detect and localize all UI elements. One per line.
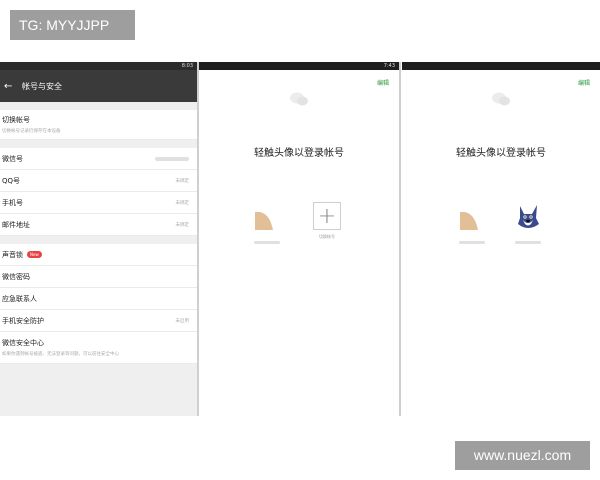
login-screen-accounts: 编辑 轻触头像以登录帐号 xyxy=(402,62,600,416)
email-label: 邮件地址 xyxy=(2,220,30,229)
phone-label: 手机号 xyxy=(2,198,23,207)
password-label: 微信密码 xyxy=(2,272,30,281)
switch-account-row[interactable]: 切换帐号 切换帐号记录仍保存在本设备 xyxy=(0,110,197,140)
wechat-id-value xyxy=(155,156,189,161)
status-time: 7:43 xyxy=(383,63,395,69)
account-info-section: 微信号 QQ号 未绑定 手机号 未绑定 邮件地址 未绑定 xyxy=(0,148,197,236)
account-avatar-2[interactable] xyxy=(514,202,542,245)
qq-row[interactable]: QQ号 未绑定 xyxy=(0,170,197,192)
watermark-top-left: TG: MYYJJPP xyxy=(10,10,135,40)
login-screen-add: 7:43 编辑 轻触头像以登录帐号 + 切换帐号 xyxy=(199,62,399,416)
phone-protection-label: 手机安全防护 xyxy=(2,316,44,325)
switch-account-sub: 切换帐号记录仍保存在本设备 xyxy=(2,129,61,134)
watermark-bottom-right: www.nuezl.com xyxy=(455,441,590,470)
avatar-image xyxy=(460,211,478,230)
status-bar: 8:03 xyxy=(0,62,197,70)
security-center-row[interactable]: 微信安全中心 如果你遇到帐号被盗、无法登录等问题，可以前往安全中心 xyxy=(0,332,197,364)
login-title: 轻触头像以登录帐号 xyxy=(456,148,546,159)
edit-button[interactable]: 编辑 xyxy=(578,78,590,87)
qq-label: QQ号 xyxy=(2,176,21,185)
phone-protection-value: 未启用 xyxy=(175,318,190,324)
account-name-blurred xyxy=(253,240,281,245)
add-account-button[interactable]: + xyxy=(313,202,341,230)
wechat-id-label: 微信号 xyxy=(2,154,23,163)
status-time: 8:03 xyxy=(181,63,193,69)
wechat-logo-icon xyxy=(492,92,510,106)
wechat-id-row[interactable]: 微信号 xyxy=(0,148,197,170)
security-section: 声音锁 New 微信密码 应急联系人 手机安全防护 未启用 微信安全中心 如果你遇… xyxy=(0,244,197,364)
page-title: 帐号与安全 xyxy=(22,81,62,91)
wolf-avatar-icon xyxy=(518,205,539,228)
account-avatar-1[interactable] xyxy=(253,202,281,245)
qq-value: 未绑定 xyxy=(175,178,190,184)
account-security-screen: 8:03 ← 帐号与安全 切换帐号 切换帐号记录仍保存在本设备 微信号 QQ号 … xyxy=(0,62,197,416)
account-name-blurred xyxy=(458,240,486,245)
phone-row[interactable]: 手机号 未绑定 xyxy=(0,192,197,214)
emergency-contact-row[interactable]: 应急联系人 xyxy=(0,288,197,310)
edit-button[interactable]: 编辑 xyxy=(377,78,389,87)
voice-lock-text: 声音锁 xyxy=(2,250,23,259)
security-center-sub: 如果你遇到帐号被盗、无法登录等问题，可以前往安全中心 xyxy=(2,352,119,357)
voice-lock-label: 声音锁 New xyxy=(2,250,42,260)
divider xyxy=(399,62,401,416)
wechat-logo-icon xyxy=(290,92,308,106)
avatar-image xyxy=(255,211,273,230)
phone-protection-row[interactable]: 手机安全防护 未启用 xyxy=(0,310,197,332)
back-arrow-icon[interactable]: ← xyxy=(4,81,18,92)
status-bar: 7:43 xyxy=(199,62,399,70)
security-center-label: 微信安全中心 xyxy=(2,339,44,347)
account-name-blurred xyxy=(514,240,542,245)
switch-account-label: 切换帐号 xyxy=(2,116,30,124)
plus-icon: + xyxy=(317,203,337,229)
switch-account-section: 切换帐号 切换帐号记录仍保存在本设备 xyxy=(0,110,197,140)
email-value: 未绑定 xyxy=(175,222,190,228)
voice-lock-row[interactable]: 声音锁 New xyxy=(0,244,197,266)
emergency-contact-label: 应急联系人 xyxy=(2,294,37,303)
password-row[interactable]: 微信密码 xyxy=(0,266,197,288)
status-bar xyxy=(402,62,600,70)
phone-value: 未绑定 xyxy=(175,200,190,206)
email-row[interactable]: 邮件地址 未绑定 xyxy=(0,214,197,236)
title-bar: ← 帐号与安全 xyxy=(0,70,197,102)
account-avatar-1[interactable] xyxy=(458,202,486,245)
new-badge: New xyxy=(27,251,42,258)
add-account[interactable]: + 切换帐号 xyxy=(313,202,341,240)
login-title: 轻触头像以登录帐号 xyxy=(254,148,344,159)
add-account-label: 切换帐号 xyxy=(319,234,335,239)
